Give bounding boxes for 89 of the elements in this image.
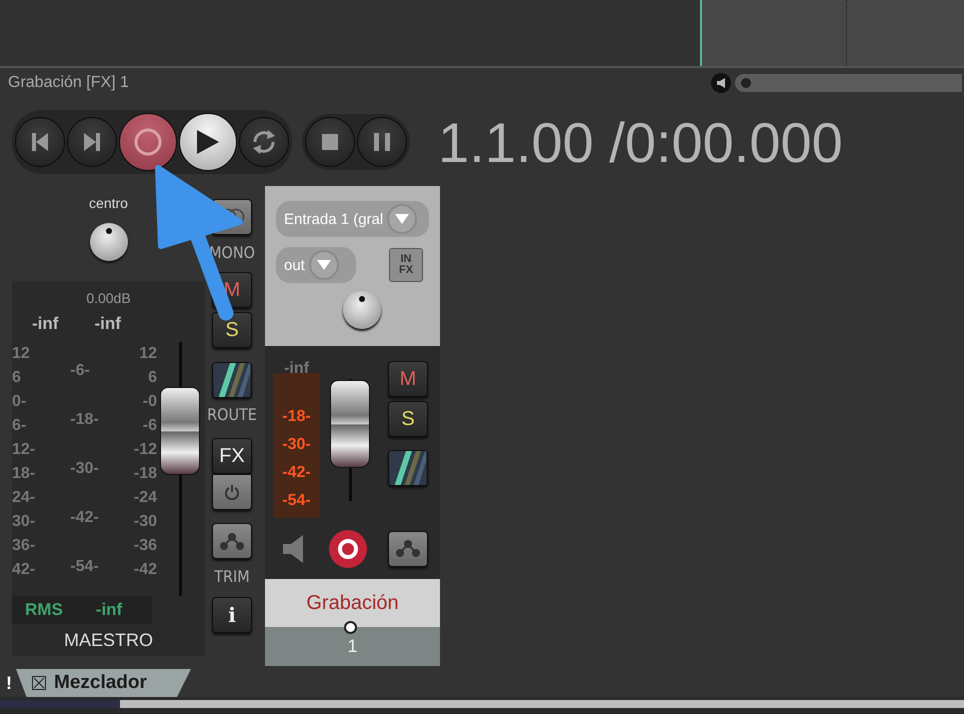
button-label: ROUTE (207, 405, 257, 425)
scale-label: -54- (70, 557, 99, 577)
scale-label: -30 (134, 512, 157, 532)
track-name: Grabación (306, 592, 399, 614)
input-fx-button[interactable]: IN FX (389, 248, 423, 282)
pan-knob[interactable] (90, 223, 128, 261)
repeat-button[interactable] (239, 117, 289, 167)
scale-label: 0- (12, 392, 28, 412)
skip-back-button[interactable] (15, 117, 65, 167)
envelope-nodes-icon (219, 532, 245, 550)
pause-icon (374, 133, 390, 151)
power-icon (224, 484, 240, 500)
scale-label: 12- (12, 440, 36, 460)
stripes-icon (214, 363, 250, 397)
scale-label: -6 (142, 416, 157, 436)
scale-label: 24- (12, 488, 36, 508)
stop-icon (322, 134, 338, 150)
routing-button[interactable] (388, 450, 428, 486)
scale-label: 6 (148, 368, 157, 388)
scale-label: 18- (12, 464, 36, 484)
scale-label: -42- (282, 463, 311, 483)
envelope-button[interactable] (388, 530, 428, 566)
scrollbar[interactable] (0, 700, 964, 708)
scale-label: 42- (12, 560, 36, 580)
rms-label: RMS (25, 600, 63, 620)
scale-label: -0 (142, 392, 157, 412)
mixer-tab[interactable]: Mezclador (16, 669, 191, 697)
peak-readout: -inf (284, 361, 309, 373)
peak-readout: -inf (32, 314, 58, 335)
scale-label: -54- (282, 491, 311, 511)
scale-label: 30- (12, 512, 36, 532)
speaker-button[interactable] (711, 73, 731, 93)
power-button[interactable] (212, 474, 252, 510)
speaker-icon[interactable] (283, 534, 303, 562)
scale-label: -24 (134, 488, 157, 508)
scale-label: 6 (12, 368, 22, 388)
handle-dot[interactable] (344, 621, 357, 634)
scale-label: -18 (134, 464, 157, 484)
scale-label: -6- (70, 361, 91, 381)
scrollbar[interactable] (735, 74, 962, 92)
scale-label: -30- (70, 459, 99, 479)
rms-readout: -inf (96, 600, 122, 620)
alert-mark: ! (6, 672, 13, 694)
record-arm-button[interactable] (329, 530, 367, 568)
record-icon (133, 127, 163, 157)
pan-label: centro (89, 195, 128, 211)
volume-readout: 0.00dB (86, 290, 131, 306)
scale-label: -18- (70, 410, 99, 430)
envelope-button[interactable] (212, 523, 252, 559)
mute-button[interactable]: M (388, 361, 428, 397)
stripes-icon (390, 451, 426, 485)
info-button[interactable]: i (212, 597, 252, 633)
solo-button[interactable]: S (212, 312, 252, 348)
track-number: 1 (347, 636, 358, 657)
dropdown-arrow-icon (395, 214, 410, 224)
skip-forward-button[interactable] (67, 117, 117, 167)
scale-label: 12 (12, 344, 31, 364)
routing-button[interactable] (212, 362, 252, 398)
scale-label: 6- (12, 416, 28, 436)
track-name: MAESTRO (64, 630, 153, 650)
dropdown-arrow-icon (316, 260, 331, 270)
scale-label: -30- (282, 435, 311, 455)
fx-button[interactable]: FX (212, 438, 252, 474)
scale-label: -42- (70, 508, 99, 528)
volume-fader[interactable] (160, 342, 200, 596)
peak-readout: -inf (94, 314, 121, 335)
play-icon (197, 130, 219, 154)
scale-label: -18- (282, 407, 311, 427)
time-display: 1.1.00 /0:00.000 (438, 110, 843, 174)
volume-fader[interactable] (330, 379, 370, 501)
fader-thumb[interactable] (330, 380, 370, 468)
button-label: MONO (209, 243, 255, 263)
button-label: TRIM (214, 567, 250, 587)
scale-label: -12 (134, 440, 157, 460)
scale-label: 12 (139, 344, 157, 364)
scale-label: -36 (134, 536, 157, 556)
pause-button[interactable] (357, 117, 407, 167)
stop-button[interactable] (305, 117, 355, 167)
speaker-icon (717, 78, 725, 88)
close-icon (32, 676, 46, 690)
fader-thumb[interactable] (160, 386, 200, 475)
scale-label: -42 (134, 560, 157, 580)
envelope-nodes-icon (395, 539, 421, 558)
solo-button[interactable]: S (388, 401, 428, 437)
skip-forward-icon (84, 133, 100, 151)
scale-label: 36- (12, 536, 36, 556)
skip-back-icon (32, 133, 48, 151)
pan-knob[interactable] (342, 291, 380, 329)
panel-title: Grabación [FX] 1 (7, 74, 130, 92)
